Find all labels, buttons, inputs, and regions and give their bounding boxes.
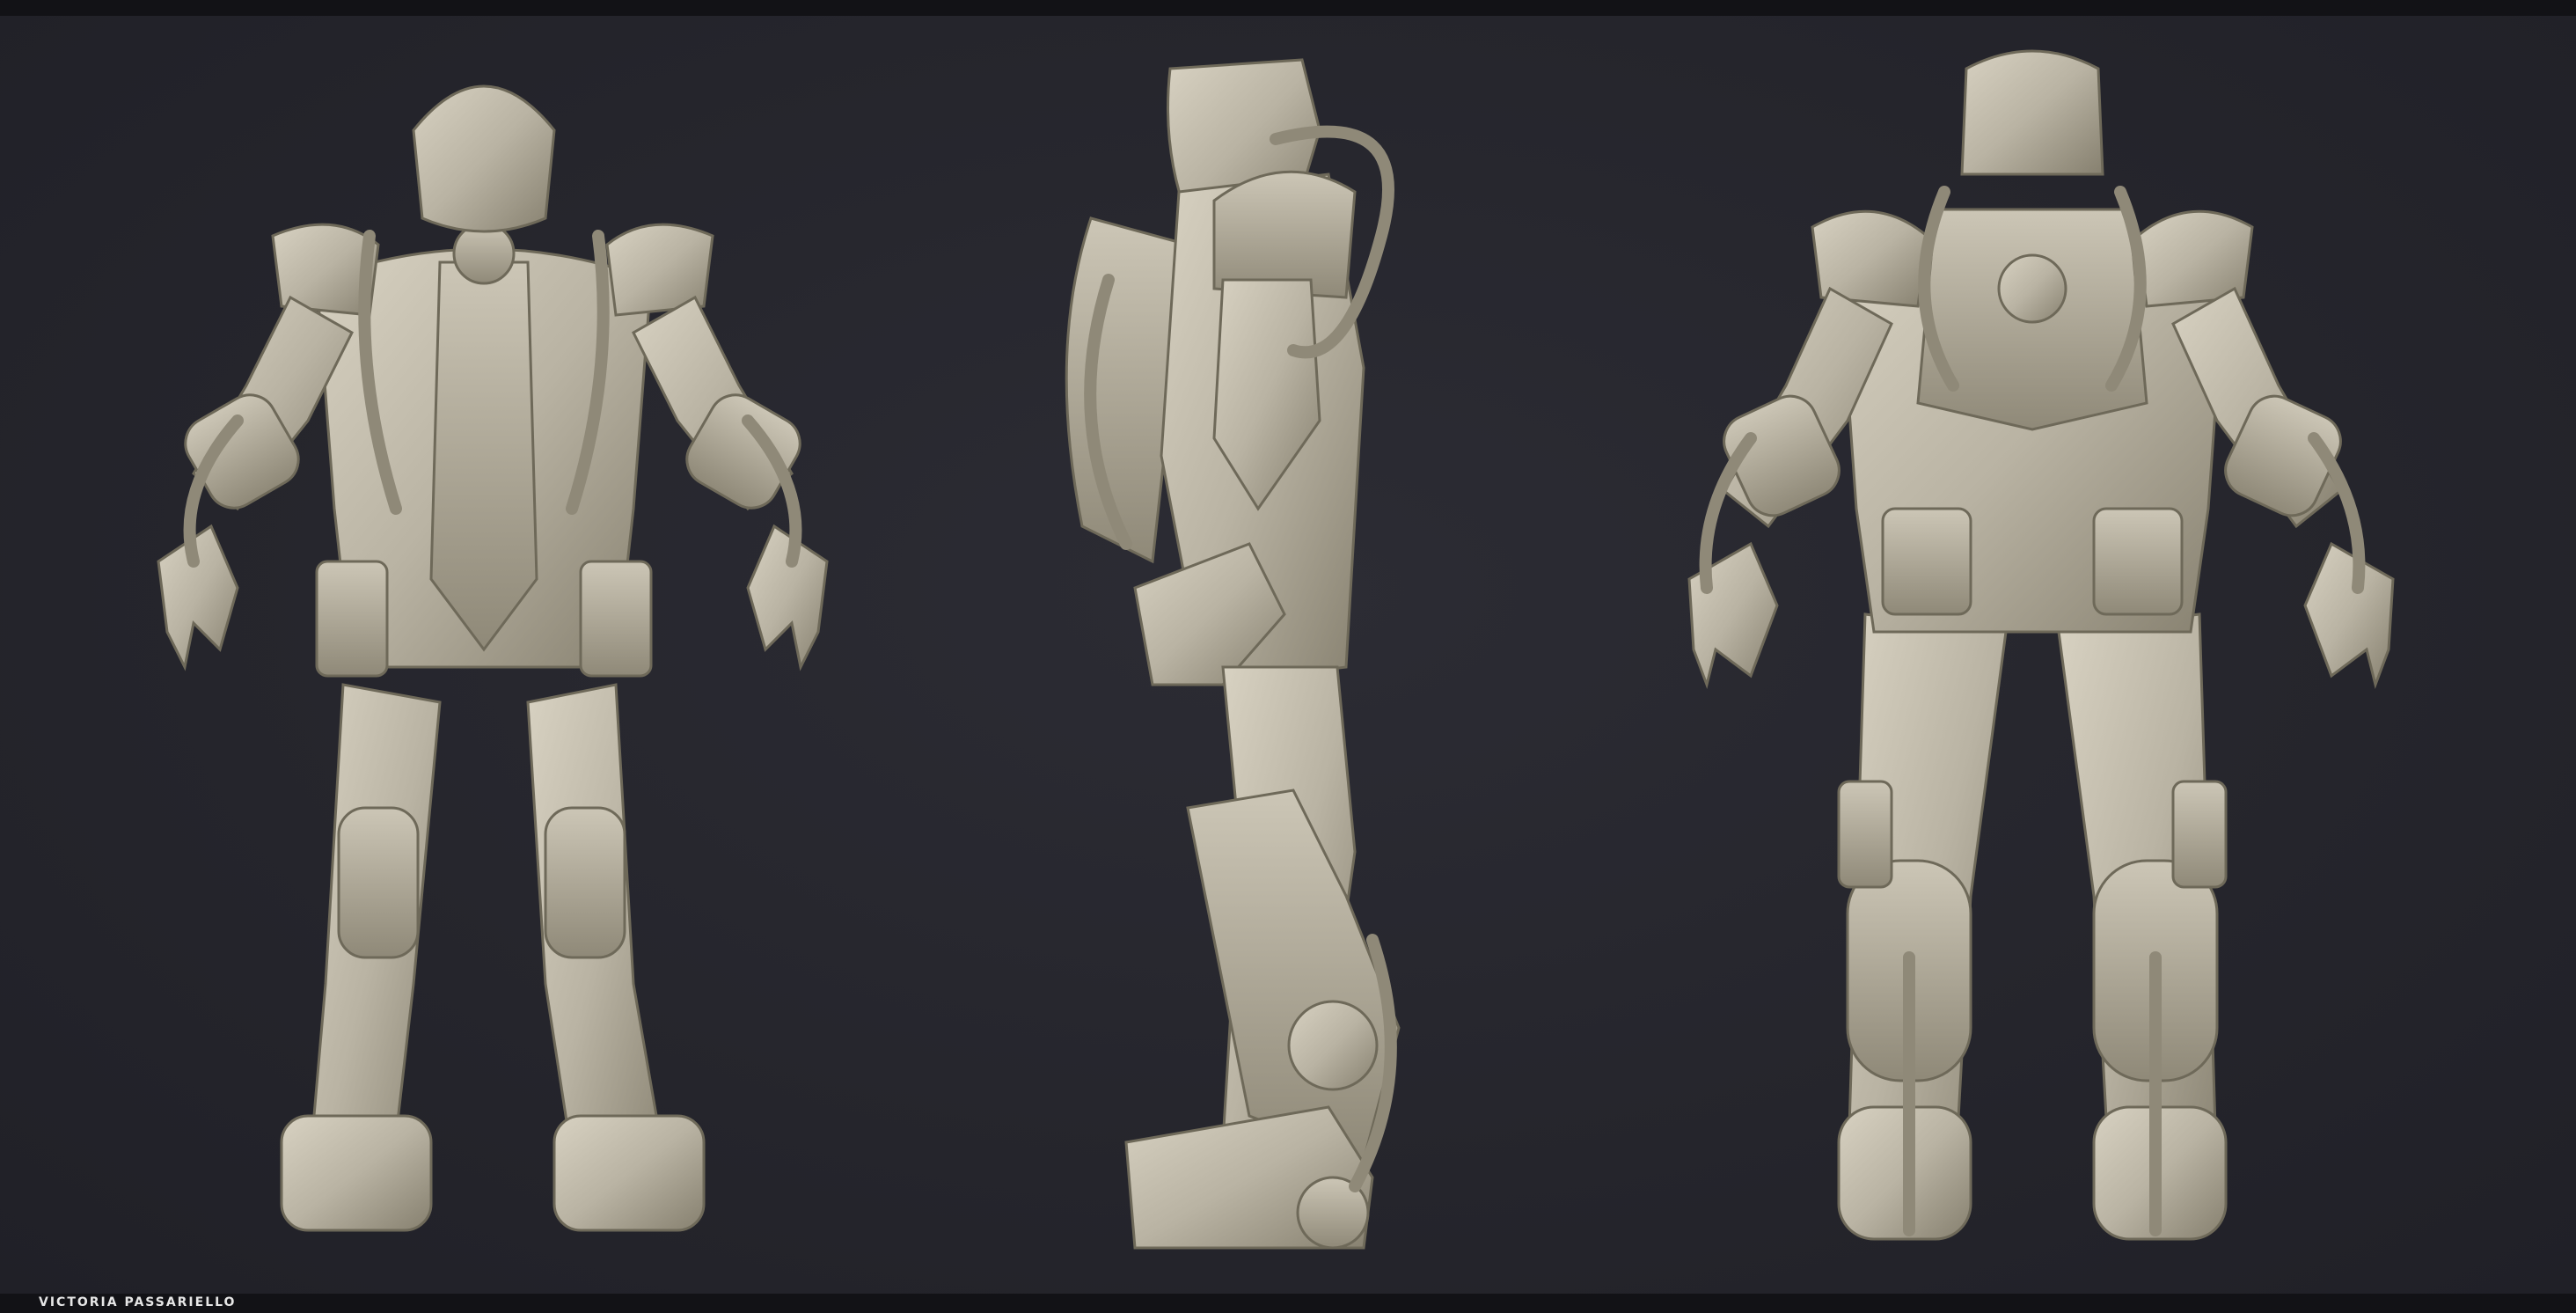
astronaut-front-view <box>157 84 829 1232</box>
astronaut-back-view <box>1687 49 2395 1241</box>
top-frame-bar <box>0 0 2576 16</box>
astronaut-side-view <box>1065 58 1401 1250</box>
artist-credit: VICTORIA PASSARIELLO <box>39 1295 237 1309</box>
bottom-frame-bar <box>0 1294 2576 1313</box>
